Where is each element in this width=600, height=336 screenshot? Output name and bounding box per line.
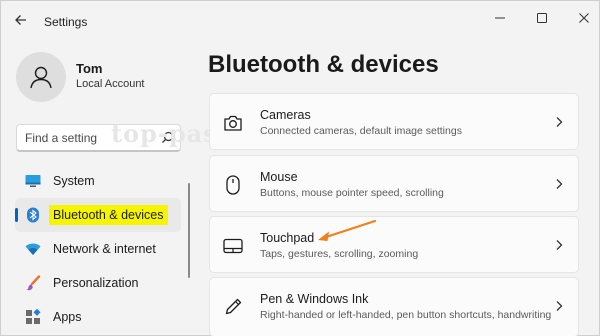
card-title: Mouse xyxy=(260,170,298,184)
card-title: Pen & Windows Ink xyxy=(260,292,369,306)
nav-item-label: System xyxy=(53,174,95,188)
camera-icon xyxy=(223,113,243,133)
back-arrow-icon xyxy=(15,15,26,25)
nav-item-system[interactable]: System xyxy=(15,164,181,198)
bluetooth-icon xyxy=(25,207,41,223)
card-title: Cameras xyxy=(260,108,311,122)
nav-item-network-internet[interactable]: Network & internet xyxy=(15,232,181,266)
app-title: Settings xyxy=(44,15,88,29)
setting-card-mouse[interactable]: Mouse Buttons, mouse pointer speed, scro… xyxy=(209,155,579,212)
minimize-icon xyxy=(495,17,505,19)
main-content: Bluetooth & devices Cameras Connected ca… xyxy=(195,37,600,336)
sidebar-scrollbar[interactable] xyxy=(188,183,190,278)
chevron-right-icon xyxy=(554,176,564,192)
title-bar: Settings xyxy=(1,1,600,37)
card-title: Touchpad xyxy=(260,231,315,245)
page-title: Bluetooth & devices xyxy=(208,51,439,78)
nav-item-label: Personalization xyxy=(53,276,139,290)
pen-icon xyxy=(223,297,243,317)
chevron-right-icon xyxy=(554,237,564,253)
card-subtitle: Taps, gestures, scrolling, zooming xyxy=(260,248,419,260)
annotation-arrow-icon xyxy=(318,219,377,241)
setting-card-cameras[interactable]: Cameras Connected cameras, default image… xyxy=(209,93,579,150)
card-subtitle: Right-handed or left-handed, pen button … xyxy=(260,309,552,321)
settings-window: Settings Tom Local Account Find a settin… xyxy=(0,0,600,336)
nav-item-label: Apps xyxy=(53,310,82,324)
account-type: Local Account xyxy=(76,78,145,90)
selection-indicator xyxy=(15,208,18,222)
setting-card-touchpad[interactable]: Touchpad Taps, gestures, scrolling, zoom… xyxy=(209,216,579,273)
user-name: Tom xyxy=(76,61,103,76)
card-subtitle: Connected cameras, default image setting… xyxy=(260,125,462,137)
apps-icon xyxy=(25,309,41,325)
back-button[interactable] xyxy=(13,12,29,28)
card-subtitle: Buttons, mouse pointer speed, scrolling xyxy=(260,187,444,199)
user-icon xyxy=(30,66,52,89)
setting-card-pen-windows-ink[interactable]: Pen & Windows Ink Right-handed or left-h… xyxy=(209,277,579,336)
maximize-button[interactable] xyxy=(527,7,557,29)
monitor-icon xyxy=(25,173,41,189)
chevron-right-icon xyxy=(554,114,564,130)
nav-item-label: Network & internet xyxy=(53,242,156,256)
nav-item-personalization[interactable]: Personalization xyxy=(15,266,181,300)
avatar[interactable] xyxy=(16,52,66,102)
sidebar: Tom Local Account System Bluetooth & dev… xyxy=(1,37,195,336)
nav-item-label: Bluetooth & devices xyxy=(49,205,168,225)
chevron-right-icon xyxy=(554,298,564,314)
minimize-button[interactable] xyxy=(485,7,515,29)
nav-list: System Bluetooth & devices Network & int… xyxy=(15,164,181,334)
maximize-icon xyxy=(537,13,547,23)
close-icon xyxy=(579,13,589,23)
close-button[interactable] xyxy=(569,7,599,29)
wifi-icon xyxy=(25,241,41,257)
mouse-icon xyxy=(223,175,243,195)
touchpad-icon xyxy=(223,236,243,256)
nav-item-apps[interactable]: Apps xyxy=(15,300,181,334)
brush-icon xyxy=(25,275,41,291)
nav-item-bluetooth-devices[interactable]: Bluetooth & devices xyxy=(15,198,181,232)
